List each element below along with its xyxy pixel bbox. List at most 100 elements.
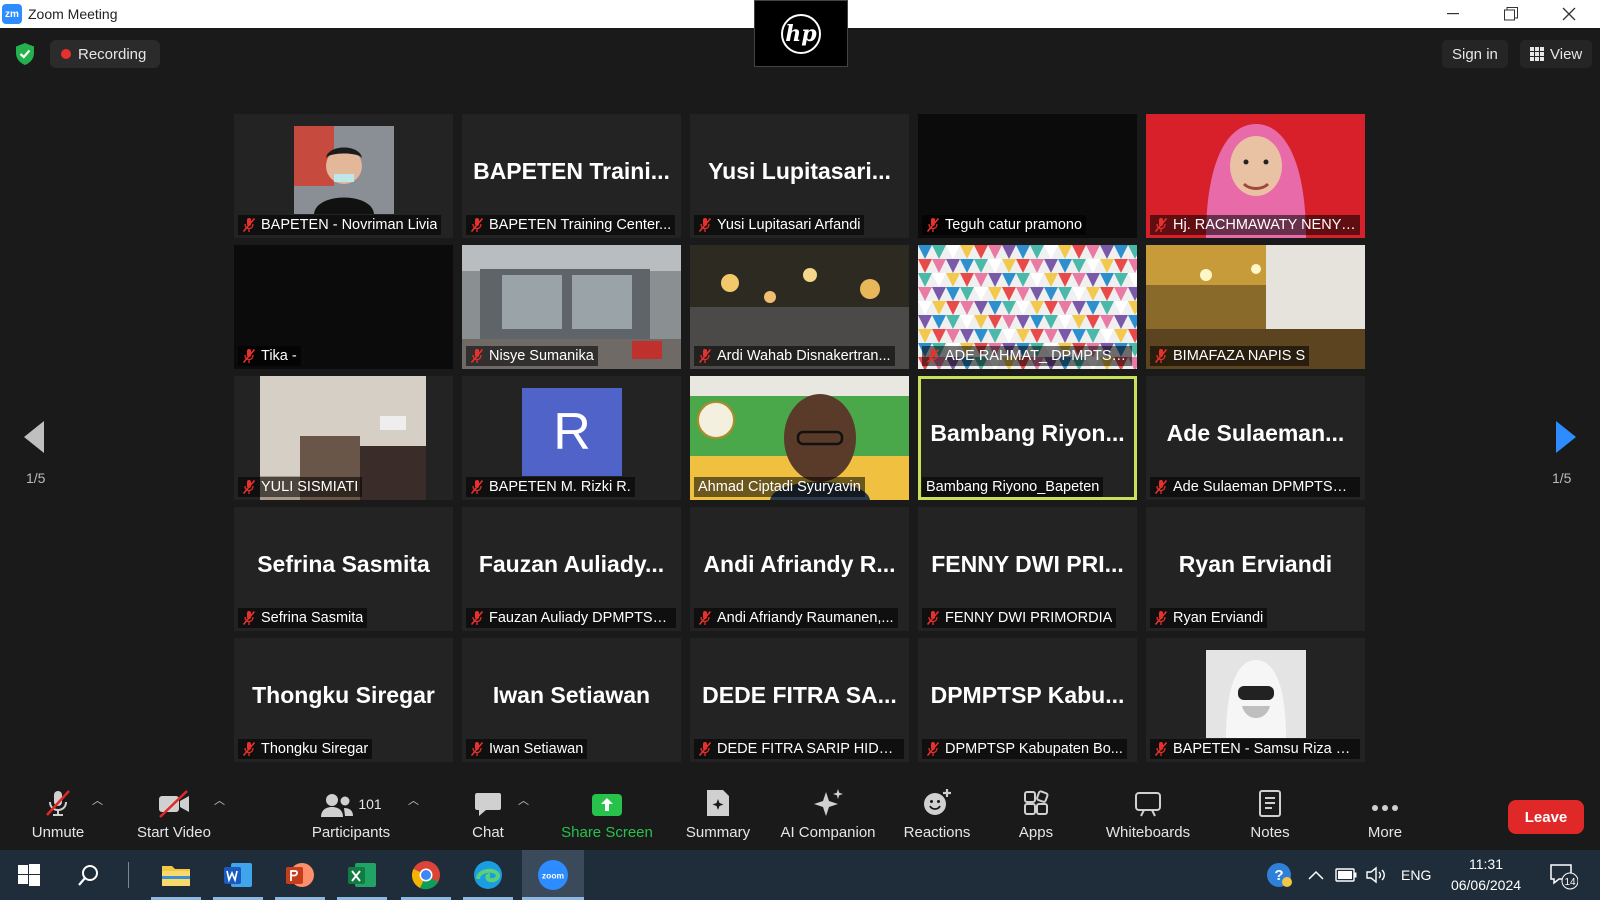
participant-name: Yusi Lupitasari Arfandi bbox=[717, 217, 861, 233]
notes-button[interactable]: Notes bbox=[1248, 784, 1292, 850]
excel-icon[interactable] bbox=[343, 857, 381, 893]
view-button[interactable]: View bbox=[1520, 40, 1593, 68]
apps-label: Apps bbox=[1018, 824, 1054, 841]
participant-name: Tika - bbox=[261, 348, 297, 364]
volume-icon[interactable] bbox=[1362, 857, 1390, 893]
participant-tile[interactable]: BAPETEN - Novriman Livia bbox=[234, 114, 453, 238]
previous-page-arrow-icon[interactable] bbox=[22, 420, 46, 454]
participant-tile[interactable]: Andi Afriandy R... Andi Afriandy Raumanen… bbox=[690, 507, 909, 631]
video-options-caret-icon[interactable]: ︿ bbox=[214, 792, 225, 808]
participant-display-name: Yusi Lupitasari... bbox=[708, 158, 891, 184]
participant-name: Ade Sulaeman DPMPTSP ... bbox=[1173, 479, 1356, 495]
battery-icon[interactable] bbox=[1332, 857, 1360, 893]
participant-tile[interactable]: FENNY DWI PRI... FENNY DWI PRIMORDIA bbox=[918, 507, 1137, 631]
participant-display-name: Ade Sulaeman... bbox=[1166, 420, 1345, 446]
participants-button[interactable]: 101 Participants bbox=[308, 784, 394, 850]
recording-indicator[interactable]: Recording bbox=[50, 40, 161, 68]
participant-name: Ryan Erviandi bbox=[1173, 610, 1264, 626]
participant-name-label: Fauzan Auliady DPMPTSP... bbox=[466, 608, 676, 628]
security-shield-icon[interactable] bbox=[14, 42, 36, 66]
participant-tile[interactable]: Ardi Wahab Disnakertran... bbox=[690, 245, 909, 369]
minimize-icon bbox=[1447, 13, 1459, 15]
participant-name-label: Nisye Sumanika bbox=[466, 346, 598, 366]
participant-tile[interactable]: Sefrina Sasmita Sefrina Sasmita bbox=[234, 507, 453, 631]
more-button[interactable]: More bbox=[1364, 784, 1406, 850]
muted-mic-icon bbox=[1154, 348, 1168, 364]
ai-companion-button[interactable]: AI Companion bbox=[776, 784, 880, 850]
participant-tile[interactable]: Ahmad Ciptadi Syuryavin bbox=[690, 376, 909, 500]
muted-mic-icon bbox=[1154, 610, 1168, 626]
participant-tile[interactable]: BAPETEN - Samsu Riza W... bbox=[1146, 638, 1365, 762]
participant-tile[interactable]: ADE RAHMAT_ DPMPTSP ... bbox=[918, 245, 1137, 369]
participant-tile[interactable]: Thongku Siregar Thongku Siregar bbox=[234, 638, 453, 762]
summary-document-icon bbox=[707, 790, 729, 816]
help-notification-icon[interactable]: ? bbox=[1264, 857, 1294, 893]
participant-tile[interactable]: BIMAFAZA NAPIS S bbox=[1146, 245, 1365, 369]
video-off-icon bbox=[159, 790, 189, 818]
reactions-button[interactable]: Reactions bbox=[902, 784, 972, 850]
start-video-button[interactable]: Start Video bbox=[132, 784, 216, 850]
share-screen-button[interactable]: Share Screen bbox=[560, 784, 654, 850]
participant-tile[interactable]: Yusi Lupitasari... Yusi Lupitasari Arfand… bbox=[690, 114, 909, 238]
participant-display-name: Thongku Siregar bbox=[252, 682, 435, 708]
show-hidden-icons-chevron-icon[interactable] bbox=[1302, 857, 1330, 893]
participant-name-label: BIMAFAZA NAPIS S bbox=[1150, 346, 1310, 366]
chat-label: Chat bbox=[472, 824, 504, 841]
muted-mic-icon bbox=[698, 348, 712, 364]
language-indicator[interactable]: ENG bbox=[1401, 867, 1431, 883]
next-page-arrow-icon[interactable] bbox=[1554, 420, 1578, 454]
participant-tile[interactable]: DPMPTSP Kabu... DPMPTSP Kabupaten Bo... bbox=[918, 638, 1137, 762]
muted-mic-icon bbox=[698, 217, 712, 233]
taskbar-search-icon[interactable] bbox=[70, 857, 108, 893]
unmute-button[interactable]: Unmute bbox=[26, 784, 90, 850]
participant-display-name: Sefrina Sasmita bbox=[257, 551, 430, 577]
participant-name: YULI SISMIATI bbox=[261, 479, 359, 495]
audio-options-caret-icon[interactable]: ︿ bbox=[92, 792, 103, 808]
svg-text:zoom: zoom bbox=[542, 871, 565, 881]
sign-in-button[interactable]: Sign in bbox=[1442, 40, 1508, 68]
summary-button[interactable]: Summary bbox=[682, 784, 754, 850]
participant-name: DPMPTSP Kabupaten Bo... bbox=[945, 741, 1123, 757]
participant-tile[interactable]: Hj. RACHMAWATY NENY ... bbox=[1146, 114, 1365, 238]
file-explorer-icon[interactable] bbox=[157, 857, 195, 893]
zoom-taskbar-icon[interactable]: zoom bbox=[534, 857, 572, 893]
action-center-icon[interactable]: 14 bbox=[1546, 857, 1580, 893]
apps-button[interactable]: Apps bbox=[1016, 784, 1056, 850]
participant-tile[interactable]: BAPETEN Traini... BAPETEN Training Center… bbox=[462, 114, 681, 238]
participant-tile[interactable]: Nisye Sumanika bbox=[462, 245, 681, 369]
participant-tile[interactable]: Iwan Setiawan Iwan Setiawan bbox=[462, 638, 681, 762]
participant-name-label: Ahmad Ciptadi Syuryavin bbox=[694, 477, 865, 497]
participant-tile[interactable]: Fauzan Auliady... Fauzan Auliady DPMPTSP.… bbox=[462, 507, 681, 631]
participant-display-name: DEDE FITRA SA... bbox=[702, 682, 897, 708]
edge-icon[interactable] bbox=[469, 857, 507, 893]
chat-options-caret-icon[interactable]: ︿ bbox=[518, 792, 529, 808]
participant-tile[interactable]: Ade Sulaeman... Ade Sulaeman DPMPTSP ... bbox=[1146, 376, 1365, 500]
participant-name-label: BAPETEN - Novriman Livia bbox=[238, 215, 442, 235]
chat-button[interactable]: Chat bbox=[460, 784, 516, 850]
windows-start-icon[interactable] bbox=[10, 857, 48, 893]
participant-name: DEDE FITRA SARIP HIDAY... bbox=[717, 741, 900, 757]
participant-tile[interactable]: YULI SISMIATI bbox=[234, 376, 453, 500]
restore-button[interactable] bbox=[1482, 0, 1540, 28]
participant-tile[interactable]: R BAPETEN M. Rizki R. bbox=[462, 376, 681, 500]
minimize-button[interactable] bbox=[1424, 0, 1482, 28]
participant-name-label: Ade Sulaeman DPMPTSP ... bbox=[1150, 477, 1360, 497]
participant-name-label: Teguh catur pramono bbox=[922, 215, 1087, 235]
participant-tile[interactable]: Bambang Riyon... Bambang Riyono_Bapeten bbox=[918, 376, 1137, 500]
chrome-icon[interactable] bbox=[407, 857, 445, 893]
muted-mic-icon bbox=[1154, 741, 1168, 757]
participant-tile[interactable]: Ryan Erviandi Ryan Erviandi bbox=[1146, 507, 1365, 631]
taskbar-clock[interactable]: 11:31 06/06/2024 bbox=[1446, 854, 1526, 896]
whiteboards-button[interactable]: Whiteboards bbox=[1102, 784, 1194, 850]
participants-options-caret-icon[interactable]: ︿ bbox=[408, 792, 419, 808]
participant-avatar: R bbox=[522, 388, 622, 476]
leave-button[interactable]: Leave bbox=[1508, 800, 1584, 834]
participant-tile[interactable]: Tika - bbox=[234, 245, 453, 369]
participant-name: Nisye Sumanika bbox=[489, 348, 594, 364]
participant-tile[interactable]: Teguh catur pramono bbox=[918, 114, 1137, 238]
participant-tile[interactable]: DEDE FITRA SA... DEDE FITRA SARIP HIDAY..… bbox=[690, 638, 909, 762]
powerpoint-icon[interactable] bbox=[281, 857, 319, 893]
close-button[interactable] bbox=[1540, 0, 1598, 28]
word-icon[interactable] bbox=[219, 857, 257, 893]
window-title: Zoom Meeting bbox=[28, 6, 118, 22]
